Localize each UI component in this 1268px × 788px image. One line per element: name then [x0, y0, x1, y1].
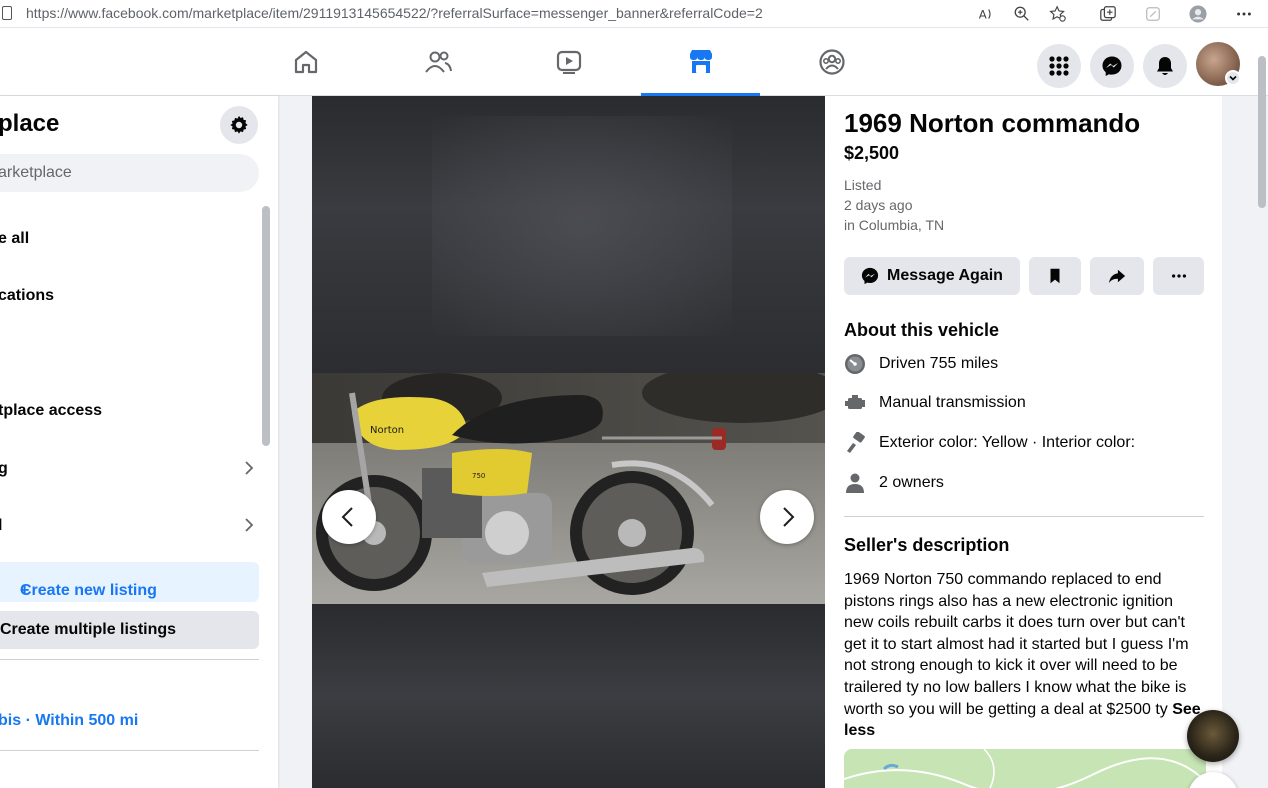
more-options-button[interactable] — [1153, 257, 1204, 295]
save-button[interactable] — [1029, 257, 1081, 295]
messenger-button[interactable] — [1090, 44, 1134, 88]
top-navigation — [0, 28, 1268, 96]
listing-title: 1969 Norton commando — [844, 108, 1141, 138]
create-multiple-label: Create multiple listings — [0, 621, 177, 638]
description-text: 1969 Norton 750 commando replaced to end… — [844, 571, 1189, 718]
sidebar-item-browse-all[interactable]: e all — [0, 230, 29, 248]
sidebar-title: place — [0, 110, 60, 137]
chat-head-avatar[interactable] — [1187, 710, 1239, 762]
watch-icon — [556, 50, 581, 74]
more-dots-icon — [1171, 274, 1186, 278]
motorcycle-photo: Norton 750 — [312, 373, 825, 604]
read-aloud-icon[interactable]: A — [976, 4, 996, 24]
spec-transmission-text: Manual transmission — [879, 394, 1026, 411]
person-icon — [846, 473, 864, 493]
message-again-label: Message Again — [887, 267, 1003, 284]
messenger-icon — [861, 267, 879, 285]
blurred-background — [312, 604, 825, 788]
spec-owners: 2 owners — [844, 471, 944, 495]
engine-icon — [845, 395, 865, 409]
svg-text:750: 750 — [472, 472, 485, 480]
blurred-background — [312, 96, 825, 373]
profile-icon[interactable] — [1188, 4, 1208, 24]
bookmark-icon — [1050, 268, 1060, 284]
favorite-star-icon[interactable] — [1048, 4, 1068, 24]
notifications-button[interactable] — [1143, 44, 1187, 88]
tab-home[interactable] — [246, 28, 365, 96]
home-icon — [294, 50, 317, 74]
chevron-right-icon — [783, 507, 795, 527]
paint-icon — [847, 432, 865, 453]
sidebar-item-selling[interactable]: l — [0, 517, 2, 535]
sidebar-item-buying[interactable]: g — [0, 460, 8, 478]
page-scrollbar[interactable] — [1258, 56, 1266, 208]
chevron-down-icon[interactable] — [1225, 70, 1241, 86]
divider — [844, 516, 1204, 517]
url-text[interactable]: https://www.facebook.com/marketplace/ite… — [26, 5, 763, 21]
chevron-right-icon — [245, 461, 254, 475]
bell-icon — [1157, 57, 1173, 75]
page-icon — [2, 6, 12, 20]
chevron-left-icon — [341, 507, 353, 527]
browser-address-bar: https://www.facebook.com/marketplace/ite… — [0, 0, 1268, 28]
share-icon — [1108, 269, 1126, 284]
marketplace-icon — [689, 50, 712, 73]
settings-button[interactable] — [220, 106, 258, 144]
create-listing-label: Create new listing — [20, 582, 157, 599]
tab-watch[interactable] — [509, 28, 628, 96]
sidebar-item-marketplace-access[interactable]: tplace access — [0, 402, 102, 420]
share-button[interactable] — [1090, 257, 1144, 295]
seller-description-heading: Seller's description — [844, 535, 1010, 555]
listed-time[interactable]: 2 days ago — [844, 197, 913, 213]
grid-menu-icon — [1049, 56, 1069, 76]
search-placeholder: arketplace — [0, 164, 72, 181]
create-new-listing-button[interactable]: + Create new listing — [0, 562, 259, 602]
tab-marketplace[interactable] — [641, 28, 760, 96]
about-vehicle-heading: About this vehicle — [844, 320, 1000, 340]
divider — [0, 659, 259, 660]
menu-button[interactable] — [1037, 44, 1081, 88]
collections-icon[interactable] — [1098, 4, 1118, 24]
tab-friends[interactable] — [378, 28, 497, 96]
spec-mileage: Driven 755 miles — [844, 352, 998, 376]
friends-icon — [424, 51, 452, 73]
tab-groups[interactable] — [772, 28, 891, 96]
messenger-icon — [1102, 56, 1122, 76]
location-filter-link[interactable]: bis · Within 500 mi — [0, 712, 138, 730]
svg-text:A: A — [979, 8, 987, 22]
listed-label: Listed — [844, 177, 882, 193]
listing-price: $2,500 — [844, 143, 900, 163]
sidebar-item-notifications[interactable]: cations — [0, 287, 54, 305]
zoom-icon[interactable] — [1012, 4, 1032, 24]
chevron-right-icon — [245, 518, 254, 532]
spec-color: Exterior color: Yellow · Interior color: — [844, 431, 1135, 455]
seller-description: 1969 Norton 750 commando replaced to end… — [844, 569, 1206, 742]
spec-transmission: Manual transmission — [844, 391, 1026, 415]
listing-photo-viewer: Norton 750 — [312, 96, 825, 788]
spec-color-text: Exterior color: Yellow · Interior color: — [879, 434, 1136, 451]
listing-location[interactable]: in Columbia, TN — [844, 217, 944, 233]
divider — [0, 750, 259, 751]
create-multiple-listings-button[interactable]: Create multiple listings — [0, 611, 259, 649]
spec-owners-text: 2 owners — [879, 474, 944, 491]
more-menu-icon[interactable] — [1234, 4, 1254, 24]
next-photo-button[interactable] — [760, 490, 814, 544]
marketplace-search-input[interactable]: arketplace — [0, 154, 259, 192]
listing-details-panel: 1969 Norton commando $2,500 Listed 2 day… — [825, 96, 1222, 788]
previous-photo-button[interactable] — [322, 490, 376, 544]
message-again-button[interactable]: Message Again — [844, 257, 1020, 295]
marketplace-sidebar: place arketplace e all cations tplace ac… — [0, 96, 278, 788]
extensions-icon[interactable] — [1143, 4, 1163, 24]
sidebar-scrollbar[interactable] — [262, 206, 270, 446]
groups-icon — [818, 49, 845, 75]
svg-text:Norton: Norton — [370, 425, 404, 436]
location-map[interactable] — [844, 749, 1206, 788]
gear-icon — [230, 115, 248, 134]
spec-mileage-text: Driven 755 miles — [879, 355, 999, 372]
speedometer-icon — [845, 354, 865, 374]
